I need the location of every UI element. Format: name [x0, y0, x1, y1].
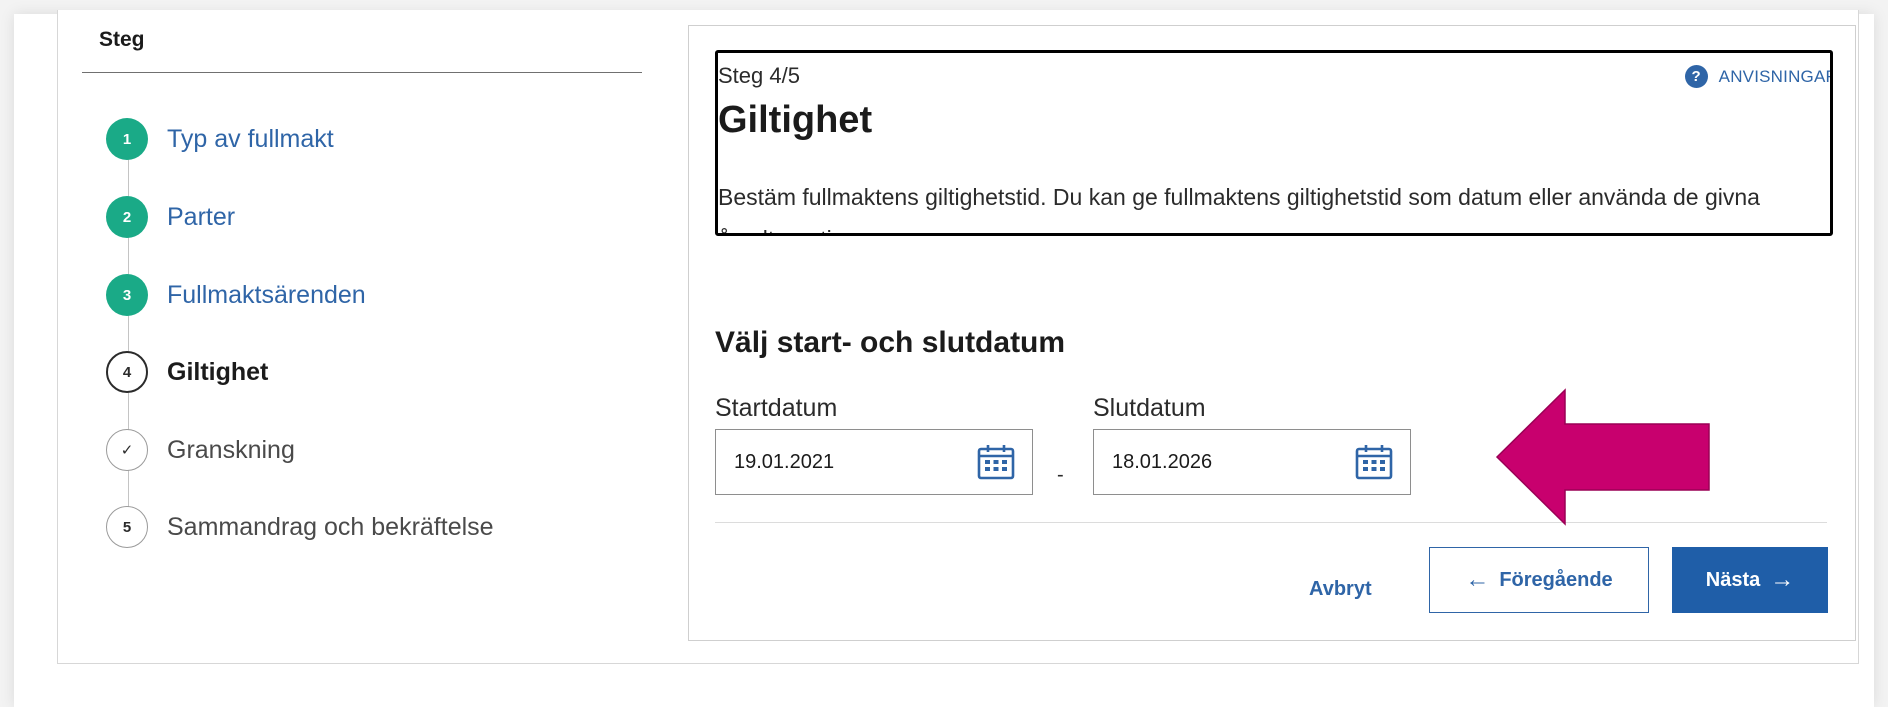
arrow-right-icon: → — [1770, 566, 1795, 593]
stepper-title: Steg — [99, 28, 145, 51]
date-range-separator: - — [1057, 464, 1064, 486]
step-sammandrag: 5 Sammandrag och bekräftelse — [106, 505, 626, 549]
previous-button[interactable]: ← Föregående — [1429, 547, 1649, 613]
step-number-badge: 5 — [106, 506, 148, 548]
step-typ-av-fullmakt[interactable]: 1 Typ av fullmakt — [106, 117, 626, 161]
step-giltighet: 4 Giltighet — [106, 350, 626, 394]
instructions-link-label[interactable]: ANVISNINGAR — [1719, 67, 1830, 87]
end-date-value[interactable]: 18.01.2026 — [1112, 451, 1354, 474]
start-date-input[interactable]: 19.01.2021 — [715, 429, 1033, 495]
date-section-heading: Välj start- och slutdatum — [715, 326, 1066, 359]
calendar-icon[interactable] — [976, 442, 1016, 482]
step-number-badge: 4 — [106, 351, 148, 393]
step-number-badge: 1 — [106, 118, 148, 160]
step-info-box: Steg 4/5 ? ANVISNINGAR Giltighet Bestäm … — [715, 50, 1833, 236]
step-granskning: ✓ Granskning — [106, 428, 626, 472]
previous-button-label: Föregående — [1499, 568, 1613, 591]
step-label[interactable]: Typ av fullmakt — [167, 125, 334, 154]
step-number-badge: 3 — [106, 274, 148, 316]
cancel-button[interactable]: Avbryt — [1309, 578, 1372, 601]
step-parter[interactable]: 2 Parter — [106, 195, 626, 239]
checkmark-icon: ✓ — [106, 429, 148, 471]
page-description: Bestäm fullmaktens giltighetstid. Du kan… — [718, 184, 1760, 233]
end-date-input[interactable]: 18.01.2026 — [1093, 429, 1411, 495]
step-label[interactable]: Fullmaktsärenden — [167, 281, 366, 310]
help-icon: ? — [1684, 65, 1708, 88]
calendar-icon[interactable] — [1354, 442, 1394, 482]
step-label: Granskning — [167, 435, 295, 464]
start-date-value[interactable]: 19.01.2021 — [734, 451, 976, 474]
stepper-divider — [82, 72, 642, 73]
step-fullmaktsarenden[interactable]: 3 Fullmaktsärenden — [106, 273, 626, 317]
step-label[interactable]: Parter — [167, 203, 235, 232]
page-title: Giltighet — [718, 99, 873, 141]
start-date-label: Startdatum — [715, 394, 838, 422]
left-arrow-annotation — [1495, 388, 1713, 531]
step-label: Sammandrag och bekräftelse — [167, 512, 494, 541]
arrow-left-icon: ← — [1465, 566, 1490, 593]
form-card: Steg 4/5 ? ANVISNINGAR Giltighet Bestäm … — [688, 25, 1856, 641]
next-button-label: Nästa — [1705, 568, 1761, 591]
step-label: Giltighet — [167, 357, 269, 386]
next-button[interactable]: Nästa → — [1672, 547, 1828, 613]
step-number-badge: 2 — [106, 196, 148, 238]
end-date-label: Slutdatum — [1093, 394, 1206, 422]
instructions-link[interactable]: ? ANVISNINGAR — [1684, 65, 1830, 88]
step-counter: Steg 4/5 — [718, 63, 800, 88]
